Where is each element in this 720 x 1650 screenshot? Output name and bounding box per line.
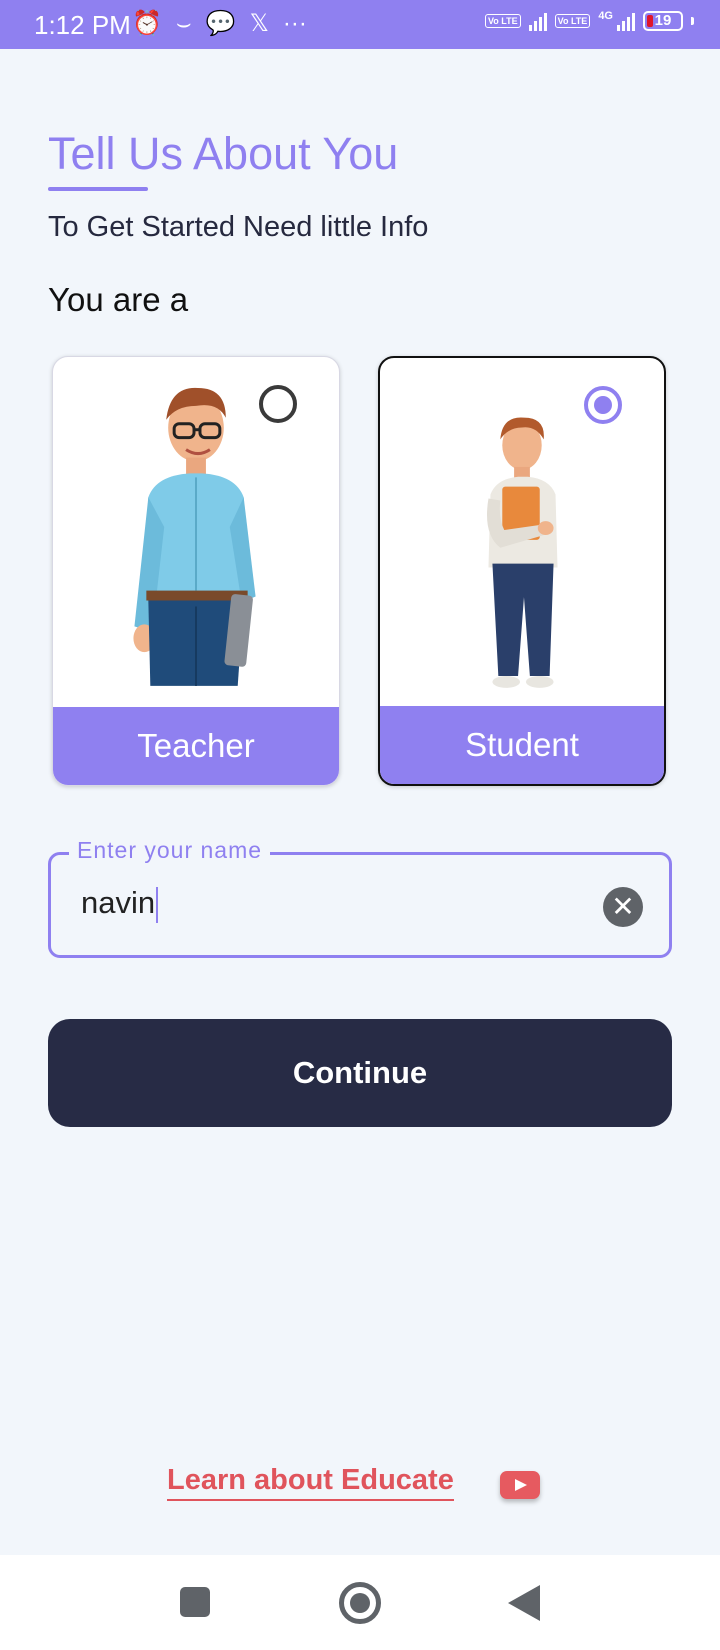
role-label-student: Student — [380, 706, 664, 784]
youtube-icon[interactable] — [500, 1471, 540, 1499]
status-system-icons: Vo LTE Vo LTE 4G 19 — [484, 10, 694, 31]
clear-icon[interactable]: ✕ — [603, 887, 643, 927]
volte-icon: Vo LTE — [484, 14, 521, 28]
status-time: 1:12 PM — [34, 10, 131, 40]
more-dots-icon: ··· — [282, 10, 307, 37]
student-radio[interactable] — [584, 386, 622, 424]
back-icon[interactable] — [508, 1585, 540, 1621]
messenger-icon: 💬 — [205, 10, 236, 37]
teacher-radio[interactable] — [259, 385, 297, 423]
title-underline — [48, 187, 148, 191]
continue-button[interactable]: Continue — [48, 1019, 672, 1127]
status-notification-icons: ⏰ ⌣ 💬 𝕏 ··· — [132, 9, 307, 39]
home-icon[interactable] — [339, 1582, 381, 1624]
learn-about-link[interactable]: Learn about Educate — [167, 1464, 454, 1501]
signal-icon — [528, 11, 547, 31]
name-input-value: navin — [81, 885, 156, 920]
volte-icon: Vo LTE — [554, 14, 591, 28]
text-caret — [156, 886, 159, 923]
amazon-icon: ⌣ — [175, 10, 192, 37]
alarm-icon: ⏰ — [132, 10, 162, 37]
status-bar: 1:12 PM ⏰ ⌣ 💬 𝕏 ··· Vo LTE Vo LTE 4G 19 — [0, 0, 720, 49]
role-label-teacher: Teacher — [53, 707, 339, 785]
battery-icon: 19 — [643, 11, 683, 31]
name-field-label: Enter your name — [69, 837, 271, 864]
role-card-student[interactable]: Student — [378, 356, 666, 786]
page-subtitle: To Get Started Need little Info — [48, 211, 429, 243]
role-card-teacher[interactable]: Teacher — [52, 356, 340, 786]
network-type: 4G — [598, 10, 613, 22]
battery-tip — [691, 17, 694, 25]
signal-icon — [617, 11, 635, 31]
name-input[interactable]: navin — [81, 885, 159, 923]
role-prompt: You are a — [48, 281, 189, 318]
x-icon: 𝕏 — [249, 10, 269, 37]
recents-icon[interactable] — [180, 1587, 210, 1617]
page-title: Tell Us About You — [48, 128, 399, 179]
name-field[interactable]: Enter your name navin ✕ — [48, 837, 672, 958]
system-nav-bar — [0, 1555, 720, 1650]
student-illustration — [486, 417, 558, 688]
